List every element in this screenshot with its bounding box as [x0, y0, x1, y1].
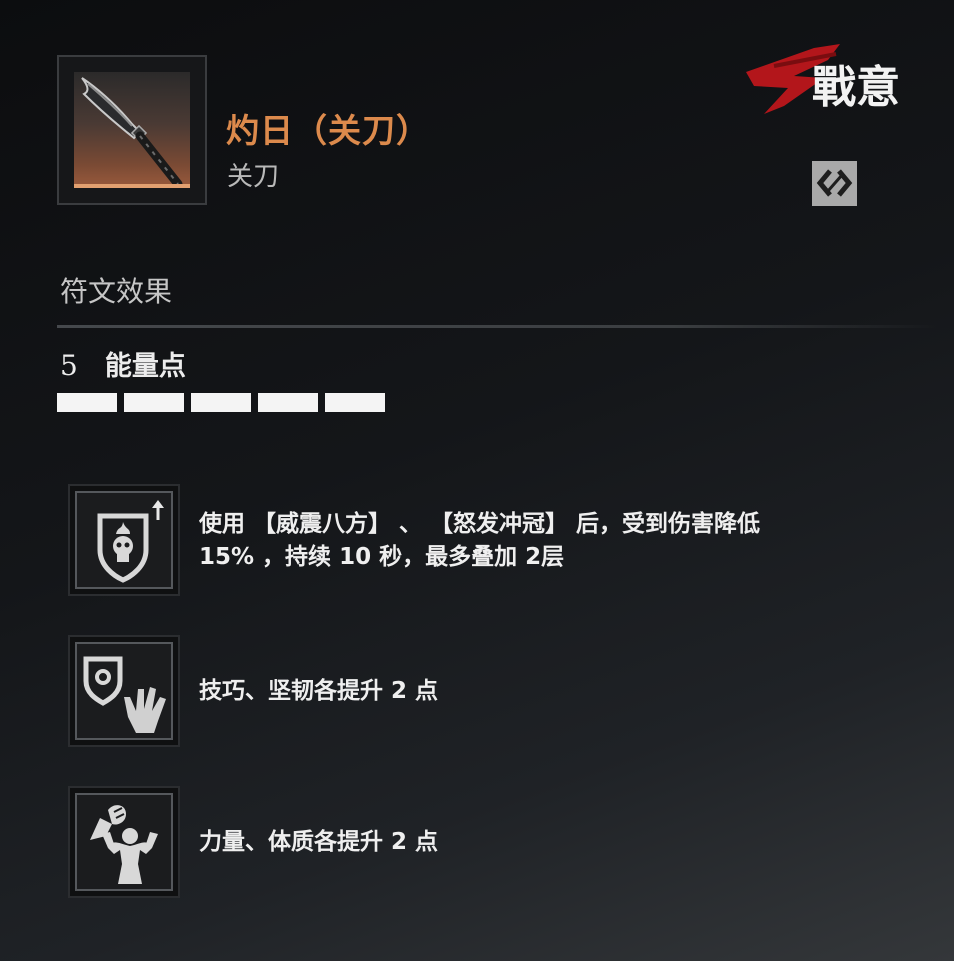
perk-description: 使用 【威震八方】 、 【怒发冲冠】 后，受到伤害降低 15% ，持续 10 秒…	[199, 508, 760, 574]
perk-row: 力量、体质各提升 2 点	[68, 786, 948, 898]
fist-flex-icon	[90, 805, 158, 884]
energy-segment	[191, 393, 251, 412]
shield-hand-icon	[83, 656, 166, 733]
weapon-type: 关刀	[227, 162, 280, 192]
perk-row: 使用 【威震八方】 、 【怒发冲冠】 后，受到伤害降低 15% ，持续 10 秒…	[68, 484, 948, 596]
perk-description: 技巧、坚韧各提升 2 点	[199, 675, 438, 708]
rune-section-title: 符文效果	[60, 275, 173, 308]
perk-row: 技巧、坚韧各提升 2 点	[68, 635, 948, 747]
guandao-blade-icon	[74, 72, 190, 188]
perk-description: 力量、体质各提升 2 点	[199, 826, 438, 859]
energy-segment	[325, 393, 385, 412]
swap-arrows-icon	[816, 169, 853, 197]
logo-text: 戰意	[812, 62, 900, 113]
weapon-portrait	[57, 55, 207, 205]
perk-icon-frame	[68, 635, 180, 747]
perk-line: 技巧、坚韧各提升 2 点	[199, 678, 439, 704]
divider	[57, 325, 937, 328]
energy-bar	[57, 393, 397, 413]
perk-icon-frame	[68, 786, 180, 898]
energy-segment	[57, 393, 117, 412]
perk-icon-frame	[68, 484, 180, 596]
energy-segment	[124, 393, 184, 412]
shield-skull-icon	[97, 500, 164, 583]
energy-count: 5	[60, 349, 78, 382]
swap-button[interactable]	[812, 161, 857, 206]
perk-line: 力量、体质各提升 2 点	[199, 829, 439, 855]
energy-segment	[258, 393, 318, 412]
weapon-name: 灼日（关刀）	[226, 111, 430, 150]
game-logo: 戰意	[744, 36, 924, 122]
energy-label: 能量点	[104, 351, 186, 382]
energy-points: 5 能量点	[60, 344, 186, 383]
perk-line: 15% ，持续 10 秒，最多叠加 2层	[199, 544, 565, 570]
perk-line: 使用 【威震八方】 、 【怒发冲冠】 后，受到伤害降低	[199, 511, 761, 537]
